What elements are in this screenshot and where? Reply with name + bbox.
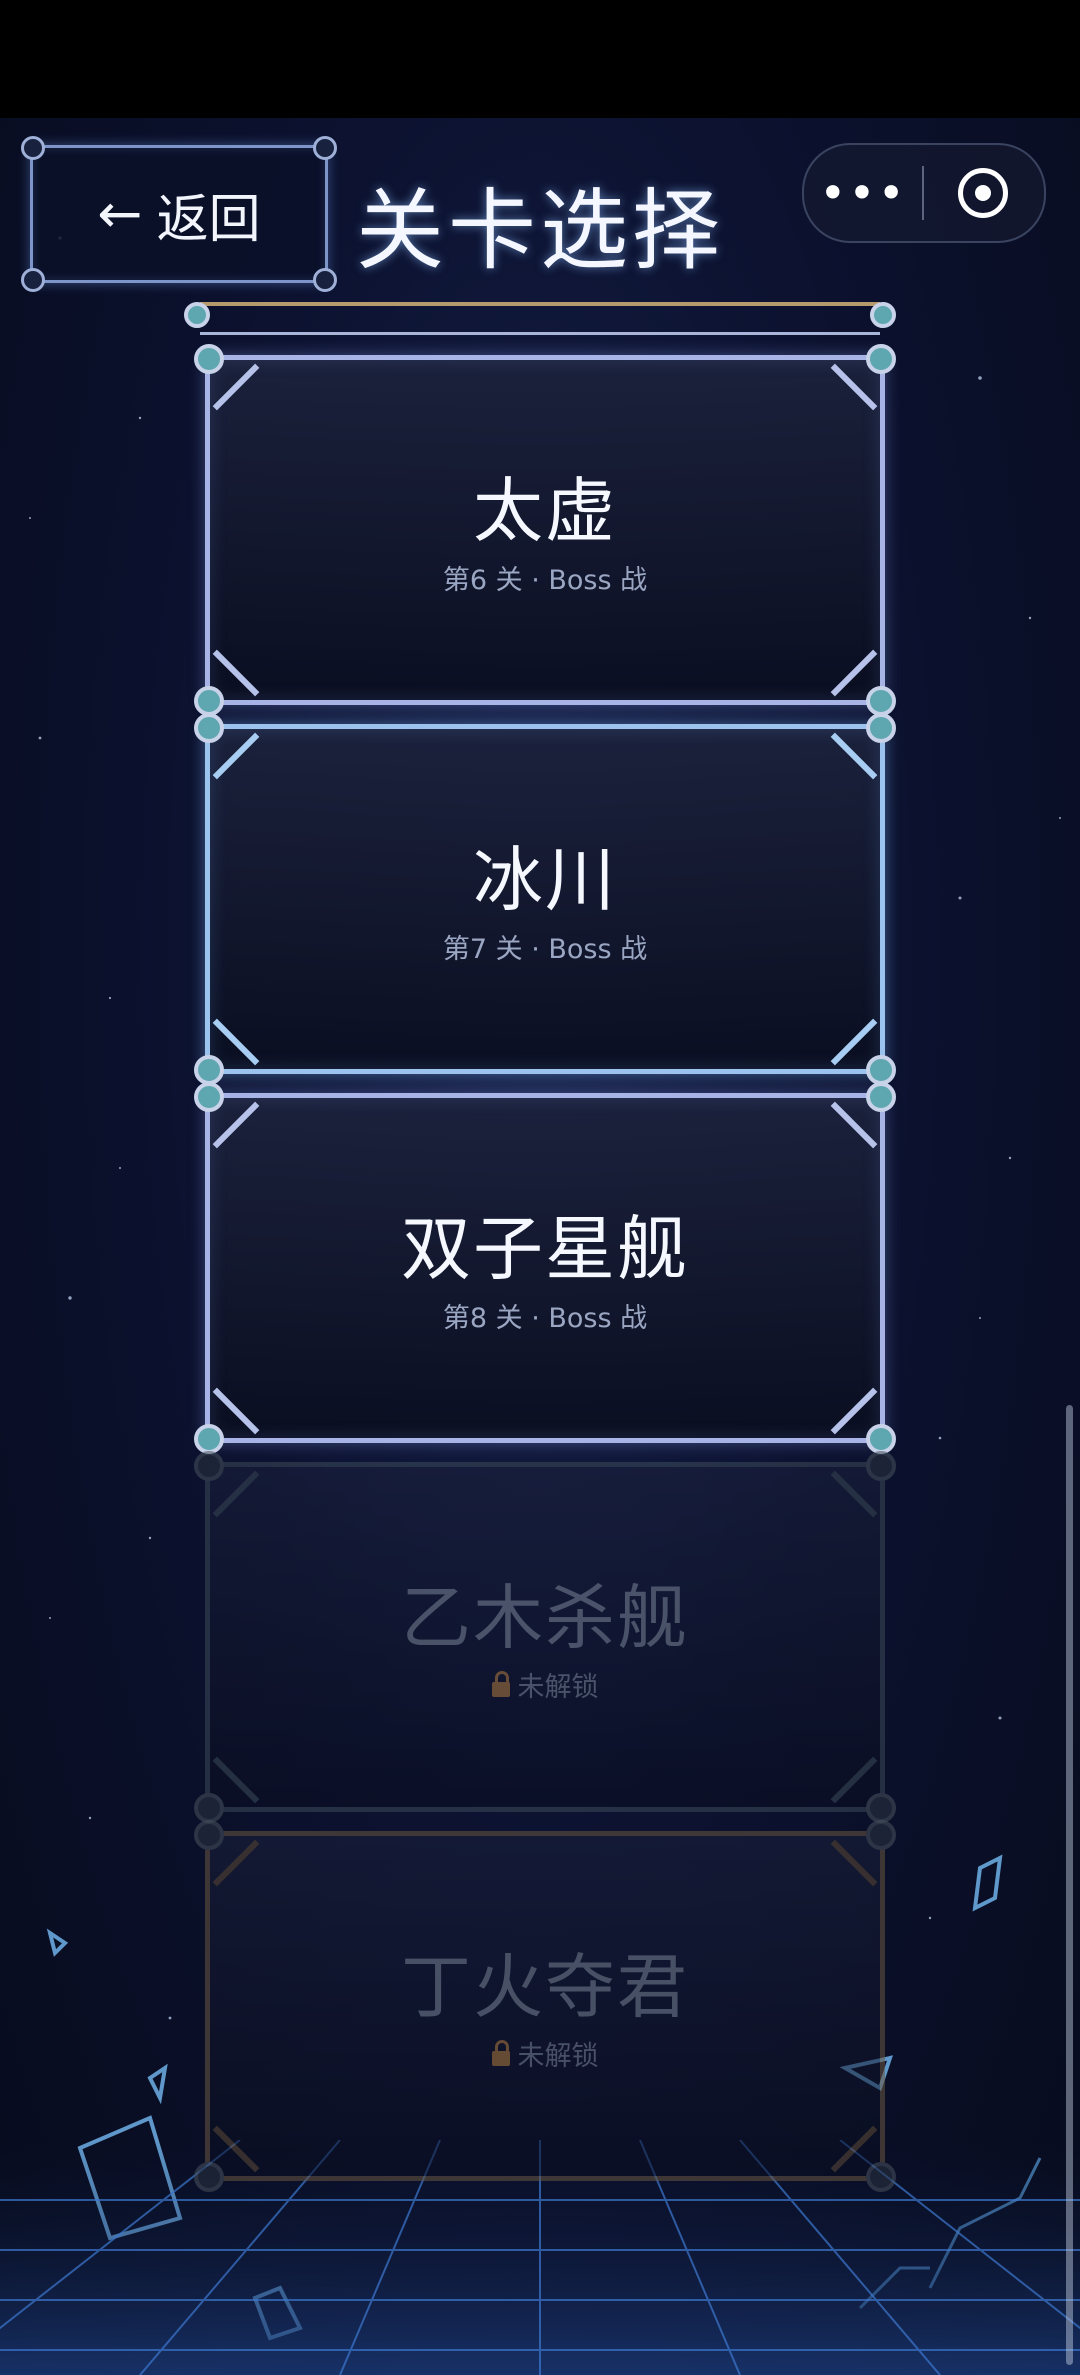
corner-rivet	[21, 136, 45, 160]
level-card[interactable]: 冰川 第7 关 · Boss 战	[194, 713, 896, 1085]
level-subtitle: 第6 关 · Boss 战	[442, 565, 648, 596]
close-target-button[interactable]	[924, 168, 1042, 218]
level-lock-status: 未解锁	[210, 1665, 880, 1704]
level-card-locked[interactable]: 乙木杀舰 未解锁	[194, 1451, 896, 1823]
level-subtitle: 第7 关 · Boss 战	[442, 934, 648, 965]
lock-icon	[491, 2040, 510, 2066]
lock-icon	[491, 1671, 510, 1697]
lock-label: 未解锁	[517, 2041, 599, 2072]
level-card[interactable]: 双子星舰 第8 关 · Boss 战	[194, 1082, 896, 1454]
level-card-locked[interactable]: 丁火夺君 未解锁	[194, 1820, 896, 2192]
level-name: 双子星舰	[401, 1208, 689, 1290]
status-bar-area	[0, 0, 1080, 118]
level-name: 太虚	[473, 470, 617, 552]
level-card[interactable]: 太虚 第6 关 · Boss 战	[194, 344, 896, 716]
level-lock-status: 未解锁	[210, 2034, 880, 2073]
corner-rivet	[313, 136, 337, 160]
mini-program-capsule: •••	[802, 143, 1046, 243]
ellipsis-icon[interactable]: •••	[804, 170, 922, 216]
level-name: 乙木杀舰	[401, 1577, 689, 1659]
level-name: 冰川	[473, 839, 617, 921]
target-icon	[958, 168, 1008, 218]
level-card-partial[interactable]	[184, 302, 896, 335]
scrollbar[interactable]	[1066, 1405, 1073, 2365]
lock-label: 未解锁	[517, 1672, 599, 1703]
level-name: 丁火夺君	[401, 1946, 689, 2028]
level-subtitle: 第8 关 · Boss 战	[442, 1303, 648, 1334]
